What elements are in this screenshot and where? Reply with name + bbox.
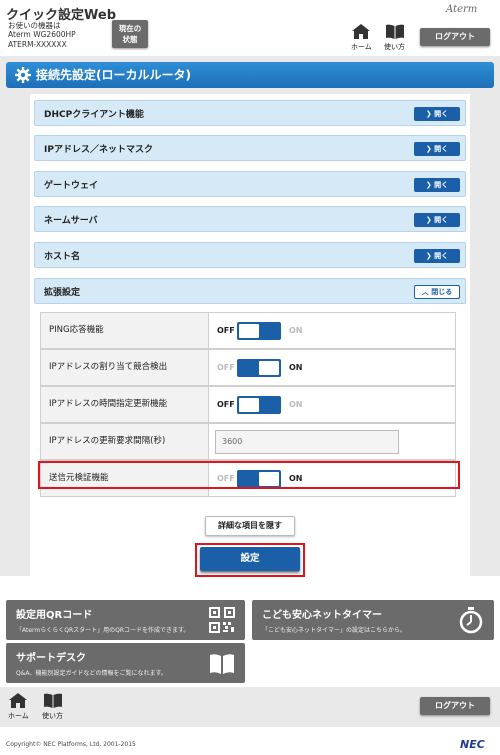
page-title: 接続先設定(ローカルルータ) (36, 68, 191, 82)
toggle-on-label: ON (289, 400, 303, 409)
tile-title: サポートデスク (16, 653, 86, 664)
toggle-on-label: ON (289, 326, 303, 335)
setting-name: IPアドレスの割り当て競合検出 (41, 350, 209, 385)
toggle-knob (239, 324, 259, 338)
section-label: DHCPクライアント機能 (44, 110, 144, 120)
toggle-track (237, 396, 281, 414)
chevron-down-icon: ❯ (425, 181, 435, 189)
footer-help-link[interactable]: 使い方 (42, 693, 63, 721)
close-button-label: 閉じる (431, 288, 453, 296)
toggle-knob (259, 361, 279, 375)
section-label: ゲートウェイ (44, 181, 99, 191)
book-icon (385, 24, 404, 39)
section-dhcp-client[interactable]: DHCPクライアント機能 ❯ 開く (34, 100, 466, 126)
chevron-up-icon: ︿ (421, 288, 432, 296)
open-button-label: 開く (434, 252, 449, 260)
home-icon (9, 693, 28, 708)
section-label: ネームサーバ (44, 216, 98, 226)
open-button[interactable]: ❯ 開く (414, 213, 460, 227)
open-button[interactable]: ❯ 開く (414, 142, 460, 156)
footer-home-link[interactable]: ホーム (8, 693, 29, 721)
tile-title: こども安心ネットタイマー (262, 610, 382, 621)
ip-scheduled-renew-toggle[interactable]: OFF ON (217, 396, 337, 414)
qr-code-icon (209, 607, 235, 633)
open-button-label: 開く (434, 181, 449, 189)
book-icon (43, 693, 62, 708)
current-state-button[interactable]: 現在の 状態 (112, 20, 148, 48)
toggle-on-label: ON (289, 363, 303, 372)
section-label: 拡張設定 (44, 288, 81, 298)
chevron-down-icon: ❯ (425, 216, 435, 224)
close-button[interactable]: ︿ 閉じる (414, 285, 460, 299)
copyright: Copyright© NEC Platforms, Ltd. 2001-2015 (6, 741, 136, 748)
tile-qr-code[interactable]: 設定用QRコード 「AtermらくらくQRスタート」用のQRコードを作成できます… (6, 600, 245, 640)
hide-details-button[interactable]: 詳細な項目を隠す (205, 516, 295, 536)
home-icon (352, 24, 371, 39)
stopwatch-icon (459, 607, 483, 634)
toggle-track (237, 359, 281, 377)
section-advanced[interactable]: 拡張設定 ︿ 閉じる (34, 278, 466, 304)
open-button[interactable]: ❯ 開く (414, 249, 460, 263)
setting-row-ip-scheduled-renew: IPアドレスの時間指定更新機能 OFF ON (40, 386, 456, 423)
home-label: ホーム (351, 43, 372, 51)
aterm-logo: Aterm (446, 4, 478, 15)
help-link[interactable]: 使い方 (384, 24, 405, 52)
setting-row-ip-conflict-detection: IPアドレスの割り当て競合検出 OFF ON (40, 349, 456, 386)
state-button-line2: 状態 (122, 35, 138, 44)
ping-response-toggle[interactable]: OFF ON (217, 322, 337, 340)
tile-title: 設定用QRコード (16, 610, 93, 621)
section-ip-netmask[interactable]: IPアドレス／ネットマスク ❯ 開く (34, 135, 466, 161)
chevron-down-icon: ❯ (425, 145, 435, 153)
submit-button[interactable]: 設定 (200, 547, 300, 571)
toggle-off-label: OFF (217, 400, 235, 409)
footer-bar: ホーム 使い方 ログアウト (0, 687, 500, 727)
chevron-down-icon: ❯ (425, 110, 435, 118)
toggle-track (237, 322, 281, 340)
highlight-box (38, 461, 460, 489)
footer-logout-button[interactable]: ログアウト (420, 697, 490, 715)
logout-button[interactable]: ログアウト (420, 28, 490, 46)
help-label: 使い方 (384, 43, 405, 51)
tile-desc: 「こども安心ネットタイマー」の設定はこちらから。 (262, 627, 407, 634)
header: クイック設定Web お使いの機器は Aterm WG2600HP ATERM-X… (0, 0, 500, 56)
section-label: IPアドレス／ネットマスク (44, 145, 153, 155)
toggle-off-label: OFF (217, 326, 235, 335)
nec-logo: NEC (460, 738, 485, 751)
tile-desc: Q&A、機能別設定ガイドなどの情報をご覧になれます。 (16, 670, 167, 677)
section-label: ホスト名 (44, 252, 81, 262)
setting-name: IPアドレスの時間指定更新機能 (41, 387, 209, 422)
open-button-label: 開く (434, 110, 449, 118)
open-button[interactable]: ❯ 開く (414, 107, 460, 121)
toggle-knob (239, 398, 259, 412)
section-host-name[interactable]: ホスト名 ❯ 開く (34, 242, 466, 268)
device-model: Aterm WG2600HP (8, 30, 76, 39)
section-gateway[interactable]: ゲートウェイ ❯ 開く (34, 171, 466, 197)
gear-icon (15, 67, 31, 83)
open-button-label: 開く (434, 145, 449, 153)
tile-support-desk[interactable]: サポートデスク Q&A、機能別設定ガイドなどの情報をご覧になれます。 (6, 643, 245, 683)
home-link[interactable]: ホーム (351, 24, 372, 52)
tile-desc: 「AtermらくらくQRスタート」用のQRコードを作成できます。 (16, 627, 190, 634)
section-name-server[interactable]: ネームサーバ ❯ 開く (34, 206, 466, 232)
open-button[interactable]: ❯ 開く (414, 178, 460, 192)
home-label: ホーム (8, 712, 29, 720)
setting-row-renew-interval: IPアドレスの更新要求間隔(秒) 3600 (40, 423, 456, 460)
device-id: ATERM-XXXXXX (8, 40, 67, 49)
state-button-line1: 現在の (118, 24, 142, 33)
setting-name: IPアドレスの更新要求間隔(秒) (41, 424, 209, 459)
toggle-off-label: OFF (217, 363, 235, 372)
setting-name: PING応答機能 (41, 313, 209, 348)
page-title-bar: 接続先設定(ローカルルータ) (6, 62, 494, 88)
ip-conflict-detection-toggle[interactable]: OFF ON (217, 359, 337, 377)
book-icon (210, 654, 234, 674)
tile-kids-timer[interactable]: こども安心ネットタイマー 「こども安心ネットタイマー」の設定はこちらから。 (252, 600, 494, 640)
open-button-label: 開く (434, 216, 449, 224)
chevron-down-icon: ❯ (425, 252, 435, 260)
renew-interval-input[interactable]: 3600 (215, 430, 399, 454)
help-label: 使い方 (42, 712, 63, 720)
setting-row-ping-response: PING応答機能 OFF ON (40, 312, 456, 349)
